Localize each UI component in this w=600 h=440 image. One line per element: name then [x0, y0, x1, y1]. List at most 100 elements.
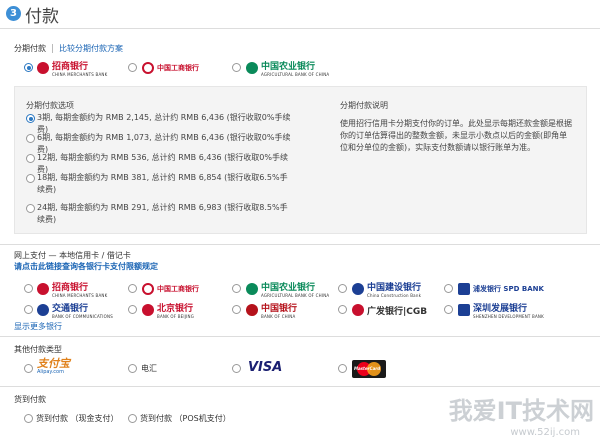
- bank-logo-cgb[interactable]: 广发银行|CGB: [352, 303, 427, 317]
- bank-logo-cmb[interactable]: 招商银行 CHINA MERCHANTS BANK: [37, 282, 108, 298]
- cgb-logo-icon: [352, 304, 364, 316]
- step-number-badge: 3: [6, 6, 21, 21]
- bank-logo-spdb[interactable]: 浦发银行 SPD BANK: [458, 282, 544, 296]
- divider: [0, 336, 600, 337]
- cod-radio-cash[interactable]: [24, 414, 33, 423]
- watermark-text: 我爱IT技术网: [448, 397, 594, 425]
- other-payment-radio-visa[interactable]: [232, 364, 241, 373]
- compare-plans-link[interactable]: 比较分期付款方案: [59, 44, 123, 53]
- option-radio[interactable]: [26, 174, 35, 183]
- online-bank-radio[interactable]: [338, 284, 347, 293]
- installment-bank-radio-abc[interactable]: [232, 63, 241, 72]
- online-bank-radio[interactable]: [338, 305, 347, 314]
- bank-logo-ccb[interactable]: 中国建设银行 China Construction Bank: [352, 282, 422, 298]
- bank-name: 中国农业银行: [261, 283, 316, 293]
- abc-logo-icon: [246, 62, 258, 74]
- other-payment-radio-alipay[interactable]: [24, 364, 33, 373]
- online-bank-radio[interactable]: [24, 284, 33, 293]
- bank-name: 深圳发展银行: [473, 304, 528, 314]
- description-title: 分期付款说明: [340, 101, 388, 110]
- cmb-logo-icon: [37, 283, 49, 295]
- bocom-logo-icon: [37, 304, 49, 316]
- bank-name-en: CHINA MERCHANTS BANK: [52, 293, 108, 298]
- ccb-logo-icon: [352, 283, 364, 295]
- bank-name-en: AGRICULTURAL BANK OF CHINA: [261, 72, 330, 77]
- online-bank-radio[interactable]: [232, 305, 241, 314]
- alipay-label: 支付宝: [37, 357, 70, 370]
- installment-bank-radio-icbc[interactable]: [128, 63, 137, 72]
- installment-option[interactable]: 18期, 每期金额约为 RMB 381, 总计约 RMB 6,854 (银行收取…: [26, 172, 296, 202]
- bank-logo-cmb[interactable]: 招商银行 CHINA MERCHANTS BANK: [37, 61, 108, 77]
- bank-name-en: BANK OF CHINA: [261, 314, 296, 319]
- bank-logo-icbc[interactable]: 中国工商银行: [142, 61, 199, 75]
- bank-logo-bocom[interactable]: 交通银行 BANK OF COMMUNICATIONS: [37, 303, 113, 319]
- options-title: 分期付款选项: [26, 101, 74, 110]
- online-payment-title: 网上支付 — 本地信用卡 / 借记卡: [14, 251, 131, 260]
- divider: [0, 28, 600, 29]
- divider: [0, 386, 600, 387]
- mastercard-logo[interactable]: MasterCard: [352, 360, 386, 378]
- icbc-logo-icon: [142, 283, 154, 295]
- bank-name-en: SHENZHEN DEVELOPMENT BANK: [473, 314, 544, 319]
- installment-option[interactable]: 24期, 每期金额约为 RMB 291, 总计约 RMB 6,983 (银行收取…: [26, 202, 296, 226]
- abc-logo-icon: [246, 283, 258, 295]
- bank-name: 中国建设银行: [367, 283, 422, 293]
- bank-logo-abc[interactable]: 中国农业银行 AGRICULTURAL BANK OF CHINA: [246, 61, 330, 77]
- option-radio[interactable]: [26, 114, 35, 123]
- bank-name: 中国工商银行: [157, 64, 199, 72]
- icbc-logo-icon: [142, 62, 154, 74]
- description-text: 使用招行信用卡分期支付你的订单。此处显示每期还款金额是根据你的订单估算得出的整数…: [340, 119, 572, 152]
- cmb-logo-icon: [37, 62, 49, 74]
- boc-logo-icon: [246, 304, 258, 316]
- cod-cash-label: 货到付款 （现金支付）: [36, 414, 119, 423]
- bank-name: 北京银行: [157, 304, 194, 314]
- bank-logo-icbc[interactable]: 中国工商银行: [142, 282, 199, 296]
- cod-title: 货到付款: [14, 395, 46, 404]
- page-title: 付款: [25, 7, 59, 27]
- wire-transfer-label: 电汇: [141, 364, 157, 373]
- bank-name: 招商银行: [52, 62, 89, 72]
- bob-logo-icon: [142, 304, 154, 316]
- bank-name: 广发银行|CGB: [367, 306, 428, 317]
- bank-name: 中国农业银行: [261, 62, 316, 72]
- installment-options-list: 3期, 每期金额约为 RMB 2,145, 总计约 RMB 6,436 (银行收…: [26, 112, 296, 226]
- show-more-banks-link[interactable]: 显示更多银行: [14, 321, 62, 332]
- sdb-logo-icon: [458, 304, 470, 316]
- limit-rules-link[interactable]: 请点击此链接查询各银行卡支付限额规定: [14, 261, 158, 272]
- online-bank-radio[interactable]: [128, 305, 137, 314]
- option-radio[interactable]: [26, 134, 35, 143]
- bank-logo-sdb[interactable]: 深圳发展银行 SHENZHEN DEVELOPMENT BANK: [458, 303, 544, 319]
- online-bank-radio[interactable]: [128, 284, 137, 293]
- divider: [0, 244, 600, 245]
- installment-option[interactable]: 6期, 每期金额约为 RMB 1,073, 总计约 RMB 6,436 (银行收…: [26, 132, 296, 154]
- bank-name: 交通银行: [52, 304, 89, 314]
- bank-name-en: BANK OF COMMUNICATIONS: [52, 314, 113, 319]
- bank-logo-boc[interactable]: 中国银行 BANK OF CHINA: [246, 303, 297, 319]
- watermark-url: www.52ij.com: [510, 427, 580, 438]
- option-radio[interactable]: [26, 204, 35, 213]
- option-label: 18期, 每期金额约为 RMB 381, 总计约 RMB 6,854 (银行收取…: [37, 173, 288, 194]
- spdb-logo-icon: [458, 283, 470, 295]
- cod-pos-label: 货到付款 （POS机支付）: [140, 414, 231, 423]
- installment-option[interactable]: 3期, 每期金额约为 RMB 2,145, 总计约 RMB 6,436 (银行收…: [26, 112, 296, 134]
- bank-name: 招商银行: [52, 283, 89, 293]
- other-payment-radio-mastercard[interactable]: [338, 364, 347, 373]
- online-bank-radio[interactable]: [232, 284, 241, 293]
- other-payment-radio-wire[interactable]: [128, 364, 137, 373]
- bank-name-en: CHINA MERCHANTS BANK: [52, 72, 108, 77]
- option-radio[interactable]: [26, 154, 35, 163]
- other-payment-title: 其他付款类型: [14, 345, 62, 354]
- bank-name-en: AGRICULTURAL BANK OF CHINA: [261, 293, 330, 298]
- cod-radio-pos[interactable]: [128, 414, 137, 423]
- visa-logo[interactable]: VISA: [248, 360, 282, 375]
- installment-bank-radio-cmb[interactable]: [24, 63, 33, 72]
- bank-logo-abc[interactable]: 中国农业银行 AGRICULTURAL BANK OF CHINA: [246, 282, 330, 298]
- online-bank-radio[interactable]: [444, 305, 453, 314]
- bank-logo-bob[interactable]: 北京银行 BANK OF BEIJING: [142, 303, 194, 319]
- online-bank-radio[interactable]: [444, 284, 453, 293]
- bank-name: 浦发银行 SPD BANK: [473, 285, 544, 293]
- online-bank-radio[interactable]: [24, 305, 33, 314]
- installment-option[interactable]: 12期, 每期金额约为 RMB 536, 总计约 RMB 6,436 (银行收取…: [26, 152, 296, 174]
- alipay-logo[interactable]: 支付宝 Alipay.com: [37, 357, 70, 377]
- bank-name-en: China Construction Bank: [367, 293, 422, 298]
